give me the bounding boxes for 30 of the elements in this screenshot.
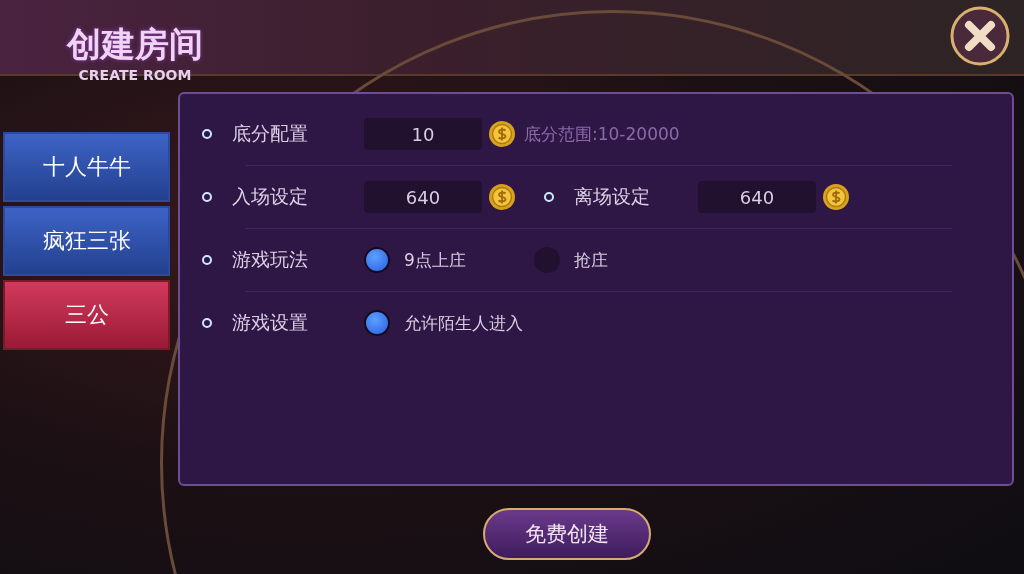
- game-tab[interactable]: 疯狂三张: [3, 206, 170, 276]
- coin-icon: [488, 183, 516, 211]
- amount-field[interactable]: 10: [364, 118, 482, 150]
- option-label: 抢庄: [574, 248, 608, 272]
- bullet-icon: [544, 192, 554, 202]
- toggle-circle[interactable]: [364, 310, 390, 336]
- coin-icon: [822, 183, 850, 211]
- setting-label: 游戏玩法: [232, 247, 309, 272]
- bullet-icon: [202, 129, 212, 139]
- create-button[interactable]: 免费创建: [483, 508, 651, 560]
- bullet-icon: [202, 255, 212, 265]
- setting-label: 入场设定: [232, 184, 309, 209]
- close-icon: [950, 6, 1010, 66]
- coin-icon: [488, 120, 516, 148]
- setting-label: 离场设定: [574, 184, 651, 209]
- option-label: 允许陌生人进入: [404, 311, 523, 335]
- option-label: 9点上庄: [404, 248, 466, 272]
- close-button[interactable]: [950, 6, 1010, 66]
- game-tab[interactable]: 十人牛牛: [3, 132, 170, 202]
- setting-label: 底分配置: [232, 121, 309, 146]
- bullet-icon: [202, 192, 212, 202]
- page-title: 创建房间: [67, 24, 203, 64]
- amount-field[interactable]: 640: [364, 181, 482, 213]
- range-hint: 底分范围:10-20000: [524, 122, 680, 146]
- setting-label: 游戏设置: [232, 310, 309, 335]
- game-tab[interactable]: 三公: [3, 280, 170, 350]
- bullet-icon: [202, 318, 212, 328]
- page-subtitle: CREATE ROOM: [78, 66, 192, 84]
- amount-field[interactable]: 640: [698, 181, 816, 213]
- radio-button[interactable]: [364, 247, 390, 273]
